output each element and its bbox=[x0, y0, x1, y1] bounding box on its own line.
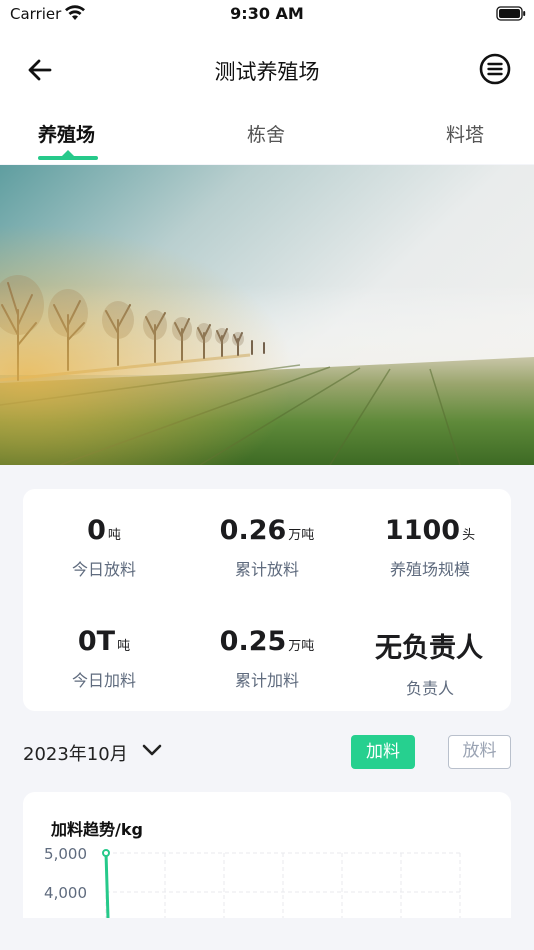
stat-label: 养殖场规模 bbox=[389, 560, 470, 579]
stat-label: 今日放料 bbox=[71, 560, 136, 579]
discharge-button[interactable]: 放料 bbox=[448, 735, 511, 769]
stat-unit: 吨 bbox=[117, 639, 131, 654]
status-bar: Carrier 9:30 AM bbox=[0, 0, 534, 30]
chevron-down-icon[interactable] bbox=[141, 742, 163, 758]
stat-unit: 万吨 bbox=[288, 639, 315, 654]
stat-label: 负责人 bbox=[405, 679, 454, 698]
stat-value: 0T bbox=[77, 626, 116, 657]
farm-banner-image bbox=[0, 165, 534, 465]
stat-value: 无负责人 bbox=[375, 633, 483, 664]
stat-total-feed: 0.25 万吨 累计加料 bbox=[186, 626, 348, 691]
stat-unit: 万吨 bbox=[288, 528, 315, 543]
tab-farm[interactable]: 养殖场 bbox=[38, 120, 95, 147]
stat-today-discharge: 0吨 今日放料 bbox=[23, 515, 185, 580]
stat-unit: 吨 bbox=[107, 528, 121, 543]
stats-card: 0吨 今日放料 0.26 万吨 累计放料 1100 头 养殖场规模 0T 吨 今日加料… bbox=[23, 489, 511, 711]
stat-total-discharge: 0.26 万吨 累计放料 bbox=[186, 515, 348, 580]
tab-barn[interactable]: 栋舍 bbox=[247, 120, 285, 147]
y-tick-label: 5,000 bbox=[44, 845, 87, 863]
stat-value: 0.26 bbox=[219, 515, 287, 546]
stat-farm-scale: 1100 头 养殖场规模 bbox=[349, 515, 511, 580]
stat-label: 累计放料 bbox=[234, 560, 299, 579]
menu-icon[interactable] bbox=[478, 52, 512, 86]
stat-label: 累计加料 bbox=[234, 671, 299, 690]
tab-indicator bbox=[38, 156, 98, 160]
battery-icon bbox=[496, 6, 526, 21]
chart-plot: 5,000 4,000 bbox=[44, 845, 461, 918]
y-tick-label: 4,000 bbox=[44, 884, 87, 902]
stat-manager: 无负责人 负责人 bbox=[349, 626, 511, 699]
clock: 9:30 AM bbox=[230, 4, 304, 23]
tab-bar: 养殖场 栋舍 料塔 bbox=[0, 108, 534, 164]
nav-bar: 测试养殖场 bbox=[0, 30, 534, 108]
stat-label: 今日加料 bbox=[71, 671, 136, 690]
tab-feed-tower[interactable]: 料塔 bbox=[446, 120, 484, 147]
data-point bbox=[102, 849, 110, 857]
month-selector[interactable]: 2023年10月 bbox=[23, 740, 128, 766]
page-title: 测试养殖场 bbox=[214, 60, 320, 84]
stat-value: 0 bbox=[87, 515, 106, 546]
stat-value: 0.25 bbox=[219, 626, 287, 657]
filter-row: 2023年10月 加料 放料 bbox=[0, 734, 534, 770]
feed-trend-chart: 加料趋势/kg 5,000 4,000 bbox=[23, 792, 511, 918]
series-line bbox=[104, 851, 110, 918]
stat-today-feed: 0T 吨 今日加料 bbox=[23, 626, 185, 691]
add-feed-button[interactable]: 加料 bbox=[351, 735, 415, 769]
stat-unit: 头 bbox=[462, 528, 476, 543]
stat-value: 1100 bbox=[384, 515, 461, 546]
